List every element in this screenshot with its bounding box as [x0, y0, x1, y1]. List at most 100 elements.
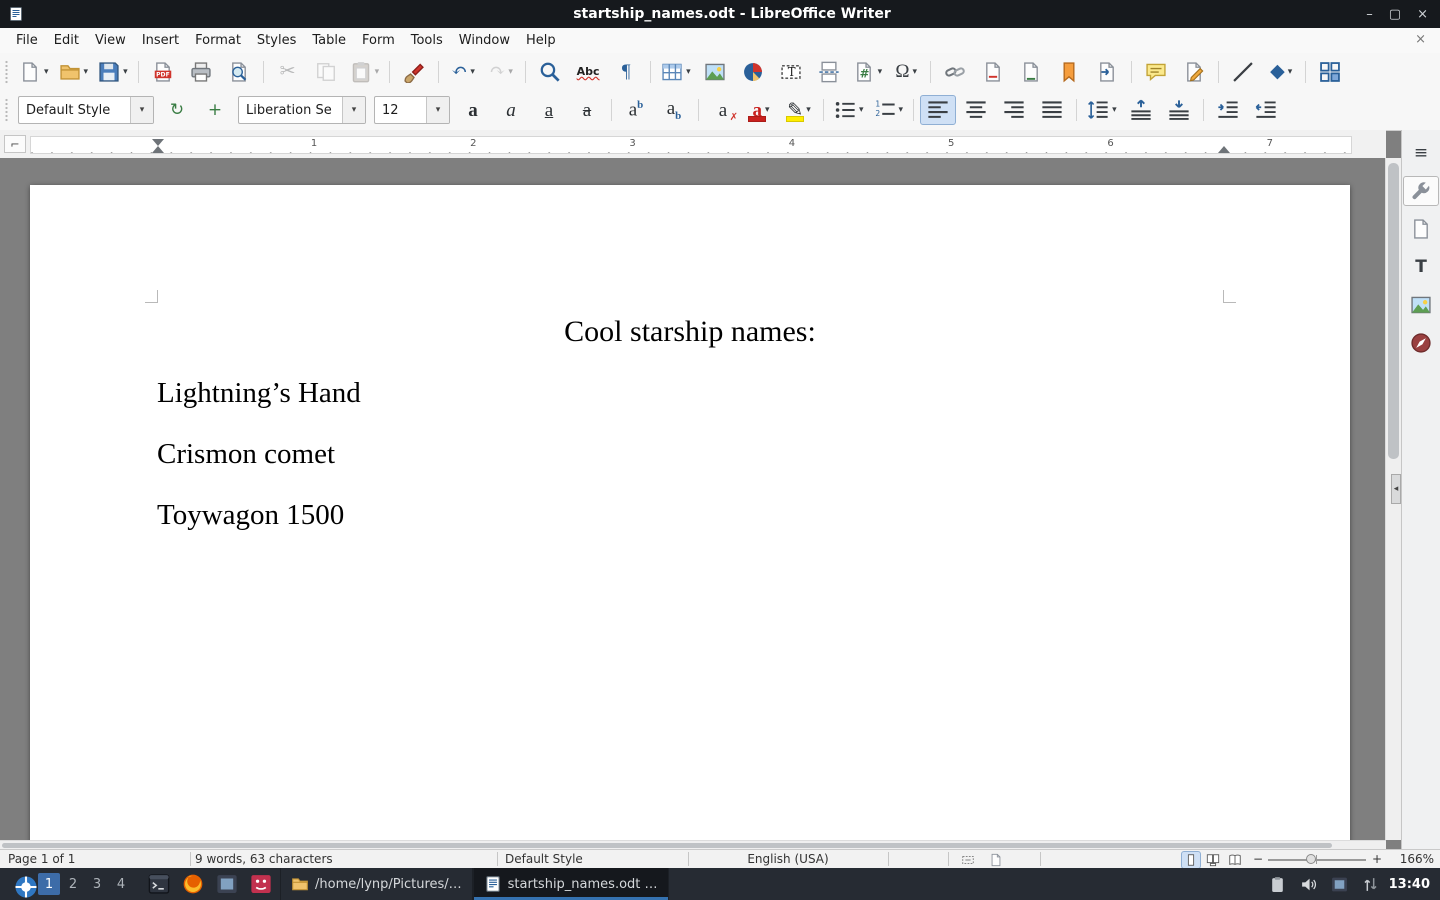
increase-indent-button[interactable] — [1210, 95, 1246, 125]
terminal-launcher[interactable] — [146, 871, 172, 897]
tab-stop-selector[interactable]: ⌐ — [4, 135, 26, 153]
track-changes-button[interactable] — [1176, 57, 1212, 87]
cut-button[interactable]: ✂ — [270, 57, 306, 87]
properties-tab[interactable] — [1403, 176, 1439, 206]
print-preview-button[interactable] — [221, 57, 257, 87]
workspace-3[interactable]: 3 — [86, 873, 108, 895]
taskbar-file-manager-window[interactable]: /home/lynp/Pictures/… — [280, 868, 473, 900]
insert-bookmark-button[interactable] — [1051, 57, 1087, 87]
dropdown-caret[interactable]: ▾ — [878, 67, 883, 77]
navigator-tab[interactable] — [1403, 328, 1439, 358]
minimize-button[interactable]: – — [1366, 7, 1373, 22]
menu-edit[interactable]: Edit — [46, 29, 87, 52]
zoom-level-value[interactable]: 166% — [1400, 852, 1434, 866]
insert-endnote-button[interactable] — [1013, 57, 1049, 87]
menu-help[interactable]: Help — [518, 29, 564, 52]
dropdown-caret[interactable]: ▾ — [508, 67, 513, 77]
dropdown-caret[interactable]: ▾ — [123, 67, 128, 77]
zoom-slider-track[interactable] — [1268, 859, 1366, 861]
close-button[interactable]: × — [1417, 7, 1428, 22]
dropdown-caret[interactable]: ▾ — [375, 67, 380, 77]
sidebar-settings-tab[interactable]: ≡ — [1403, 138, 1439, 168]
insert-comment-button[interactable] — [1138, 57, 1174, 87]
insert-field-button[interactable]: ▾ — [849, 57, 887, 87]
open-button[interactable]: ▾ — [55, 57, 93, 87]
menu-insert[interactable]: Insert — [134, 29, 187, 52]
dropdown-caret[interactable]: ▾ — [1112, 105, 1117, 115]
align-center-button[interactable] — [958, 95, 994, 125]
increase-paragraph-spacing-button[interactable] — [1123, 95, 1159, 125]
document-page[interactable]: Cool starship names: Lightning’s Hand Cr… — [30, 185, 1350, 840]
font-name-combo[interactable]: Liberation Se ▾ — [238, 96, 366, 124]
document-heading[interactable]: Cool starship names: — [30, 315, 1350, 349]
menu-window[interactable]: Window — [451, 29, 518, 52]
dropdown-caret[interactable]: ▾ — [1288, 67, 1293, 77]
book-view-button[interactable] — [1225, 851, 1245, 869]
clear-formatting-button[interactable]: a✗ — [705, 95, 741, 125]
decrease-paragraph-spacing-button[interactable] — [1161, 95, 1197, 125]
new-style-button[interactable]: + — [197, 95, 233, 125]
insert-footnote-button[interactable] — [975, 57, 1011, 87]
single-page-view-button[interactable] — [1181, 851, 1201, 869]
toolbar-grip[interactable] — [4, 60, 9, 84]
media-launcher[interactable] — [248, 871, 274, 897]
dropdown-caret[interactable]: ▾ — [912, 67, 917, 77]
print-button[interactable] — [183, 57, 219, 87]
document-area[interactable]: Cool starship names: Lightning’s Hand Cr… — [0, 158, 1386, 840]
gallery-tab[interactable] — [1403, 290, 1439, 320]
insert-line-button[interactable] — [1225, 57, 1261, 87]
superscript-button[interactable]: ab — [618, 95, 654, 125]
files-tray-icon[interactable] — [1330, 872, 1350, 896]
find-replace-button[interactable] — [532, 57, 568, 87]
menu-tools[interactable]: Tools — [403, 29, 451, 52]
paragraph-style-combo[interactable]: Default Style ▾ — [18, 96, 154, 124]
update-style-button[interactable]: ↻ — [159, 95, 195, 125]
copy-button[interactable] — [308, 57, 344, 87]
menu-form[interactable]: Form — [354, 29, 403, 52]
font-size-combo[interactable]: 12 ▾ — [374, 96, 450, 124]
special-character-button[interactable]: Ω▾ — [888, 57, 924, 87]
menu-table[interactable]: Table — [304, 29, 354, 52]
page-break-button[interactable] — [811, 57, 847, 87]
subscript-button[interactable]: ab — [656, 95, 692, 125]
horizontal-scrollbar-thumb[interactable] — [2, 843, 1332, 848]
insert-image-button[interactable] — [697, 57, 733, 87]
page-tab[interactable] — [1403, 214, 1439, 244]
styles-tab[interactable]: T — [1403, 252, 1439, 282]
page-count-status[interactable]: Page 1 of 1 — [8, 852, 75, 866]
align-left-button[interactable] — [920, 95, 956, 125]
dropdown-caret[interactable]: ▾ — [470, 67, 475, 77]
menu-format[interactable]: Format — [187, 29, 249, 52]
font-size-dropdown[interactable]: ▾ — [426, 97, 449, 123]
word-count-status[interactable]: 9 words, 63 characters — [195, 852, 333, 866]
workspace-4[interactable]: 4 — [110, 873, 132, 895]
clone-formatting-button[interactable] — [396, 57, 432, 87]
close-document-button[interactable]: × — [1415, 32, 1426, 47]
zoom-in-button[interactable]: + — [1372, 852, 1382, 866]
clipboard-tray-icon[interactable] — [1268, 872, 1288, 896]
bold-button[interactable]: a — [455, 95, 491, 125]
selection-mode-toggle[interactable] — [958, 851, 978, 869]
basic-shapes-button[interactable]: ◆▾ — [1263, 57, 1299, 87]
align-right-button[interactable] — [996, 95, 1032, 125]
volume-tray-icon[interactable] — [1299, 872, 1319, 896]
files-launcher[interactable] — [214, 871, 240, 897]
line-spacing-button[interactable]: ▾ — [1083, 95, 1121, 125]
document-paragraph[interactable]: Crismon comet — [157, 437, 1350, 471]
strikethrough-button[interactable]: a — [569, 95, 605, 125]
insert-hyperlink-button[interactable] — [937, 57, 973, 87]
draw-functions-button[interactable] — [1312, 57, 1348, 87]
document-paragraph[interactable]: Lightning’s Hand — [157, 376, 1350, 410]
italic-button[interactable]: a — [493, 95, 529, 125]
insert-cross-reference-button[interactable] — [1089, 57, 1125, 87]
bullet-list-button[interactable]: ▾ — [830, 95, 868, 125]
export-pdf-button[interactable] — [145, 57, 181, 87]
zoom-out-button[interactable]: − — [1253, 852, 1263, 866]
redo-button[interactable]: ↷▾ — [483, 57, 519, 87]
dropdown-caret[interactable]: ▾ — [686, 67, 691, 77]
page-style-status[interactable]: Default Style — [505, 852, 583, 866]
insert-table-button[interactable]: ▾ — [657, 57, 695, 87]
dropdown-caret[interactable]: ▾ — [806, 105, 811, 115]
firefox-launcher[interactable] — [180, 871, 206, 897]
highlight-color-button[interactable]: ✎▾ — [781, 95, 817, 125]
